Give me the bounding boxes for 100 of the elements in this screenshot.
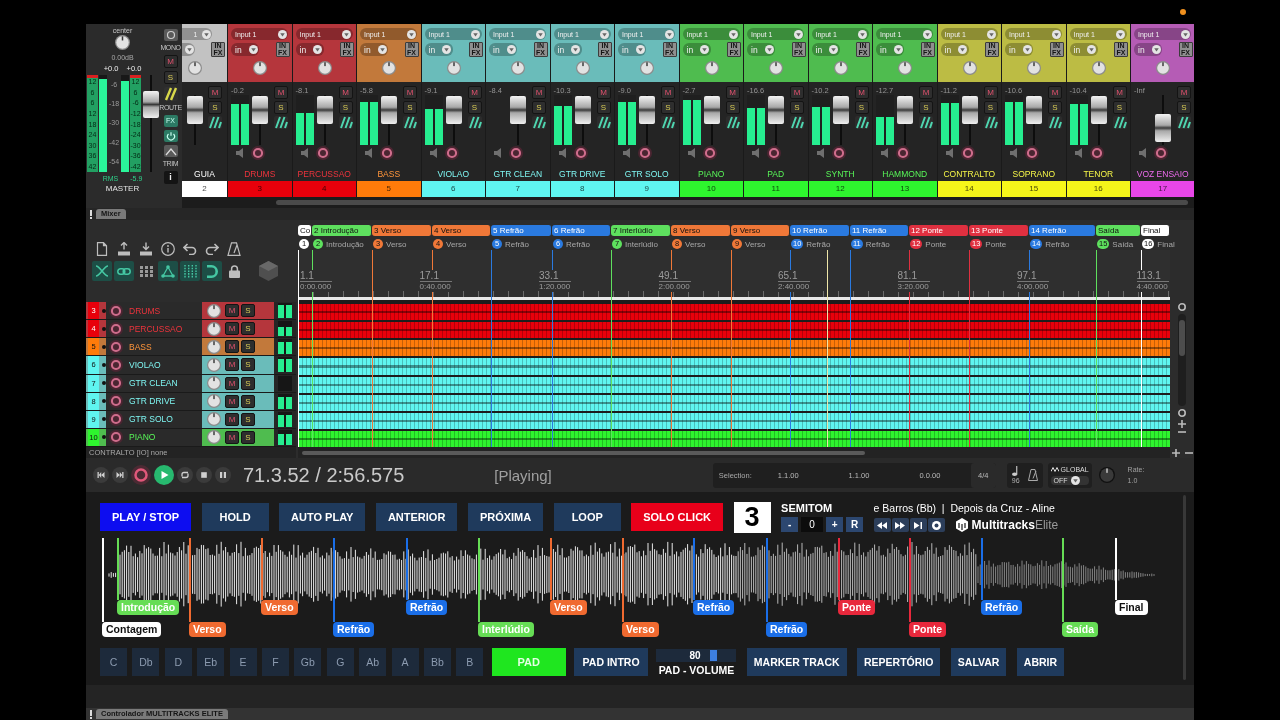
input-mode-dropdown[interactable]: in xyxy=(231,43,259,56)
fader-handle[interactable] xyxy=(143,91,159,119)
record-arm-icon[interactable] xyxy=(109,357,123,372)
fader-track[interactable] xyxy=(897,95,913,145)
action-button[interactable]: SALVAR xyxy=(950,648,1007,676)
stripes-icon[interactable] xyxy=(661,116,675,129)
skip-back-icon[interactable] xyxy=(93,467,109,483)
action-button[interactable]: ANTERIOR xyxy=(375,503,458,531)
key-button[interactable]: F xyxy=(261,648,289,676)
fader-track[interactable] xyxy=(1026,95,1042,145)
record-arm-icon[interactable] xyxy=(1154,146,1168,160)
record-arm-icon[interactable] xyxy=(767,146,781,160)
key-button[interactable]: C xyxy=(100,648,127,676)
mute-button[interactable]: M xyxy=(225,322,239,336)
marker-label[interactable]: Ponte xyxy=(909,622,947,637)
record-arm-icon[interactable] xyxy=(702,146,717,160)
mute-button[interactable]: M xyxy=(661,86,675,99)
circle-icon[interactable] xyxy=(163,29,178,41)
fader-handle[interactable] xyxy=(316,96,333,125)
fader-handle[interactable] xyxy=(1155,114,1171,143)
fader-track[interactable] xyxy=(961,95,978,145)
input-mode-dropdown[interactable]: in xyxy=(295,43,324,56)
speaker-icon[interactable] xyxy=(945,148,953,158)
region-label[interactable]: 5 Refrão xyxy=(491,225,552,236)
input-mode-dropdown[interactable]: in xyxy=(1134,43,1162,56)
region-label[interactable]: 8 Verso xyxy=(671,225,731,236)
record-arm-icon[interactable] xyxy=(638,146,652,160)
marker-label[interactable]: Contagem xyxy=(102,622,162,637)
slider-thumb[interactable] xyxy=(709,649,717,661)
marker-label[interactable]: Refrão xyxy=(693,600,735,615)
key-button[interactable]: Eb xyxy=(197,648,225,676)
decrease-button[interactable]: - xyxy=(781,517,799,532)
record-arm-icon[interactable] xyxy=(109,339,123,354)
mute-button[interactable]: M xyxy=(225,430,239,444)
stripes-icon[interactable] xyxy=(403,116,417,129)
toggle-button[interactable] xyxy=(180,261,200,281)
fader-handle[interactable] xyxy=(768,96,784,125)
fader-track[interactable] xyxy=(187,95,203,145)
speaker-icon[interactable] xyxy=(429,148,437,158)
action-button[interactable]: MARKER TRACK xyxy=(746,648,847,676)
input-mode-dropdown[interactable]: in xyxy=(682,43,711,56)
fader-track[interactable] xyxy=(768,95,784,145)
marker-label[interactable]: Ponte xyxy=(838,600,876,615)
toggle-button[interactable] xyxy=(114,261,134,281)
record-arm-icon[interactable] xyxy=(251,146,265,160)
key-button[interactable]: Bb xyxy=(423,648,451,676)
mute-button[interactable]: M xyxy=(225,304,239,318)
record-arm-icon[interactable] xyxy=(380,146,394,160)
record-arm-icon[interactable] xyxy=(315,146,330,160)
record-arm-icon[interactable] xyxy=(109,412,123,427)
mute-button[interactable]: M xyxy=(532,86,546,99)
fader-track[interactable] xyxy=(316,95,333,145)
mini-transport-button[interactable] xyxy=(927,518,945,532)
mute-button[interactable]: M xyxy=(919,86,933,99)
action-button[interactable]: REPERTÓRIO xyxy=(857,648,941,676)
solo-button[interactable]: S xyxy=(919,101,933,114)
mute-button[interactable]: M xyxy=(338,86,353,99)
mute-button[interactable]: M xyxy=(225,358,239,372)
undo-icon[interactable] xyxy=(183,243,197,255)
stripes-icon[interactable] xyxy=(532,116,546,129)
mute-button[interactable]: M xyxy=(467,86,482,99)
fader-track[interactable] xyxy=(1090,95,1107,145)
solo-button[interactable]: S xyxy=(274,101,288,114)
mute-button[interactable]: M xyxy=(403,86,417,99)
fader-handle[interactable] xyxy=(445,96,462,125)
metronome-icon[interactable] xyxy=(1027,469,1038,481)
solo-button[interactable]: S xyxy=(467,101,482,114)
record-arm-icon[interactable] xyxy=(444,146,459,160)
fader-handle[interactable] xyxy=(703,96,720,125)
solo-button[interactable]: S xyxy=(532,101,546,114)
stripes-icon[interactable] xyxy=(790,116,804,129)
mute-button[interactable]: M xyxy=(790,86,804,99)
solo-button[interactable]: S xyxy=(1112,101,1127,114)
solo-button[interactable]: S xyxy=(854,101,869,114)
solo-button[interactable]: S xyxy=(983,101,998,114)
stripes-icon[interactable] xyxy=(1048,116,1062,129)
speaker-icon[interactable] xyxy=(687,148,695,158)
region-label[interactable]: 13 Ponte xyxy=(969,225,1029,236)
record-arm-icon[interactable] xyxy=(509,146,523,160)
audio-item[interactable] xyxy=(298,430,1170,447)
toggle-button[interactable] xyxy=(202,261,222,281)
volume-slider[interactable]: 80 xyxy=(656,648,737,662)
region-label[interactable]: 11 Refrão xyxy=(850,225,909,236)
fader-handle[interactable] xyxy=(510,96,526,125)
chevron-up-icon[interactable] xyxy=(163,145,178,157)
stripes-icon[interactable] xyxy=(983,116,998,129)
fader-track[interactable] xyxy=(574,95,591,145)
fader-handle[interactable] xyxy=(832,96,849,125)
pan-knob[interactable] xyxy=(115,35,130,50)
increase-button[interactable]: + xyxy=(826,517,844,532)
fader-handle[interactable] xyxy=(961,96,978,125)
stripes-icon[interactable] xyxy=(208,116,222,129)
mute-button[interactable]: M xyxy=(1177,86,1191,99)
fader-handle[interactable] xyxy=(252,96,268,125)
audio-item[interactable] xyxy=(298,376,1170,393)
input-mode-dropdown[interactable]: in xyxy=(618,43,646,56)
mute-button[interactable]: M xyxy=(983,86,998,99)
mute-button[interactable]: M xyxy=(274,86,288,99)
solo-button[interactable]: S xyxy=(725,101,740,114)
input-mode-dropdown[interactable]: in xyxy=(360,43,388,56)
